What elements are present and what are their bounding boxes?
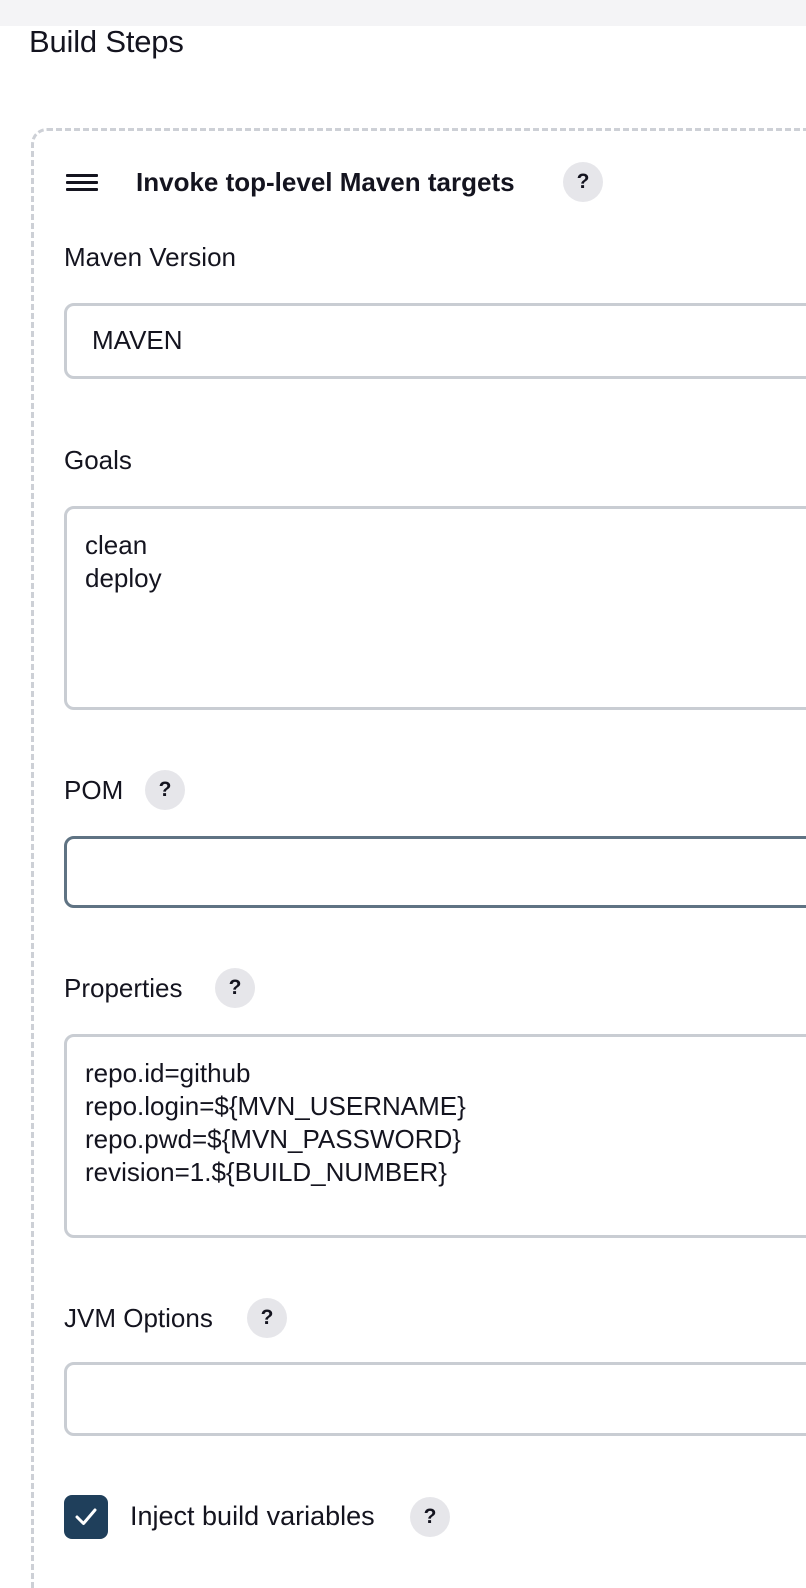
pom-input[interactable] [64,836,806,908]
properties-value: repo.id=github repo.login=${MVN_USERNAME… [85,1058,466,1187]
goals-value: clean deploy [85,530,162,593]
properties-textarea[interactable]: repo.id=github repo.login=${MVN_USERNAME… [64,1034,806,1238]
checkmark-icon [75,1508,97,1525]
jvm-options-input[interactable] [64,1362,806,1436]
step-help-button[interactable]: ? [563,162,603,202]
hamburger-icon[interactable] [66,174,98,192]
top-bar [0,0,806,26]
section-title: Build Steps [29,24,184,59]
maven-version-select[interactable]: MAVEN [64,303,806,379]
inject-build-variables-help-button[interactable]: ? [410,1497,450,1537]
goals-label: Goals [64,445,132,475]
maven-version-label: Maven Version [64,242,236,272]
build-step-title: Invoke top-level Maven targets [136,167,515,197]
inject-build-variables-label[interactable]: Inject build variables [130,1501,375,1532]
properties-help-button[interactable]: ? [215,968,255,1008]
properties-label: Properties [64,973,183,1003]
goals-textarea[interactable]: clean deploy [64,506,806,710]
inject-build-variables-checkbox[interactable] [64,1495,108,1539]
pom-label: POM [64,775,124,805]
jvm-options-label: JVM Options [64,1303,213,1333]
maven-version-value: MAVEN [92,325,183,355]
pom-help-button[interactable]: ? [145,770,185,810]
jvm-options-help-button[interactable]: ? [247,1298,287,1338]
